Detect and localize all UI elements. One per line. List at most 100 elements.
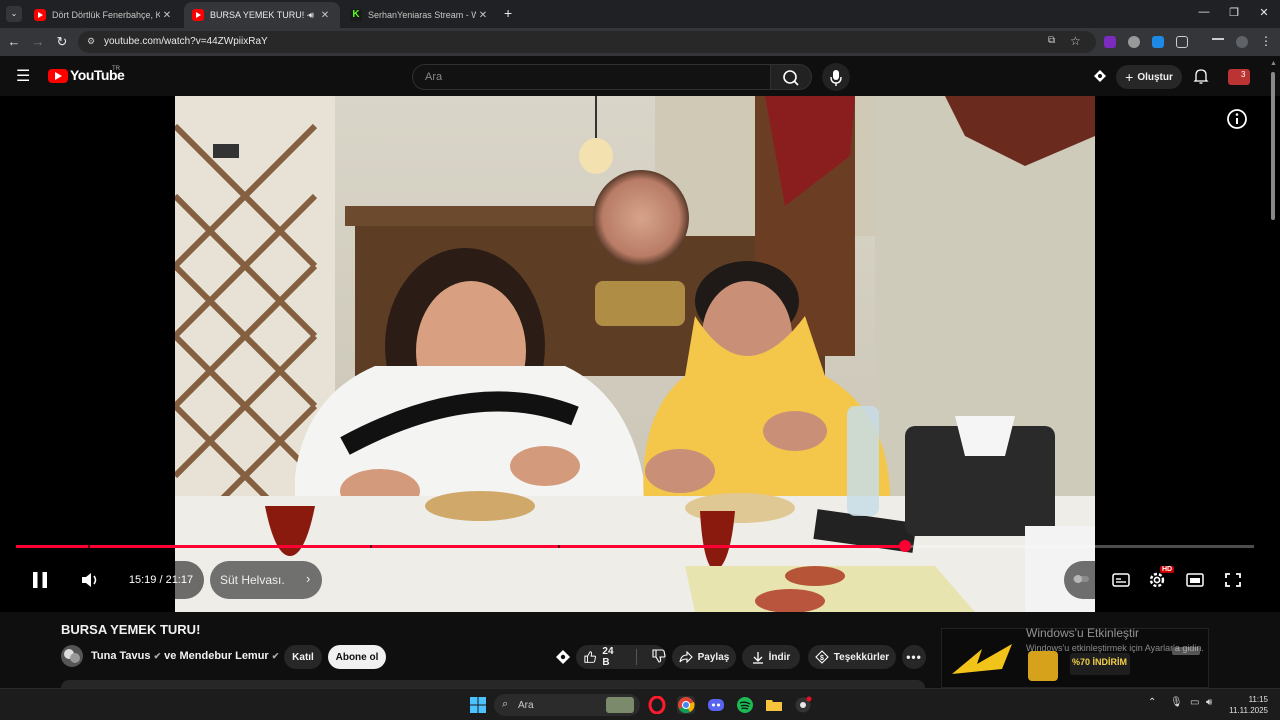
- miniplayer-button[interactable]: [1186, 572, 1204, 593]
- close-icon[interactable]: ✕: [160, 10, 174, 21]
- restore-icon[interactable]: ❐: [1224, 6, 1244, 19]
- tab-search-icon[interactable]: ⌄: [6, 6, 22, 22]
- dislike-button[interactable]: [652, 648, 666, 666]
- download-label: İndir: [768, 651, 791, 663]
- notifications-bell-icon[interactable]: [1192, 67, 1210, 85]
- windows-start-icon[interactable]: [469, 696, 487, 714]
- discord-icon[interactable]: [707, 696, 725, 714]
- address-bar[interactable]: ⚙ youtube.com/watch?v=44ZWpiixRaY ⧉ ☆: [78, 31, 1096, 53]
- settings-button[interactable]: [1148, 571, 1166, 594]
- close-window-icon[interactable]: ✕: [1254, 6, 1274, 19]
- forward-icon[interactable]: →: [30, 34, 46, 49]
- like-count: 24 B: [602, 646, 614, 668]
- ask-sparkle-icon[interactable]: [554, 648, 572, 666]
- close-icon[interactable]: ✕: [318, 10, 332, 21]
- bookmark-star-icon[interactable]: ☆: [1070, 34, 1081, 48]
- hamburger-menu-icon[interactable]: ☰: [16, 66, 30, 86]
- microphone-tray-icon[interactable]: 🎙︎: [1170, 697, 1183, 708]
- autoplay-toggle[interactable]: [1072, 570, 1090, 588]
- svg-text:$: $: [820, 655, 824, 662]
- play-pause-button[interactable]: [18, 561, 62, 599]
- account-avatar[interactable]: 3: [1228, 69, 1250, 85]
- channel-avatar[interactable]: [61, 645, 83, 667]
- more-horizontal-icon: •••: [906, 650, 922, 664]
- region-code: TR: [112, 66, 120, 72]
- progress-scrubber-handle[interactable]: [898, 540, 911, 552]
- windows-activation-subtitle: Windows'u etkinleştirmek için Ayarlar'a …: [1026, 643, 1204, 653]
- clock-time: 11:15: [1248, 695, 1268, 704]
- opera-icon[interactable]: [648, 695, 666, 715]
- url-text[interactable]: youtube.com/watch?v=44ZWpiixRaY: [104, 36, 268, 47]
- pause-icon: [33, 572, 47, 588]
- speaker-icon[interactable]: 🔊︎: [308, 10, 314, 21]
- verified-icon: ✔: [271, 651, 280, 661]
- chapter-marker: [370, 545, 373, 548]
- chapter-title: Süt Helvası.: [220, 573, 285, 587]
- voice-search-button[interactable]: [822, 63, 850, 91]
- volume-tray-icon[interactable]: 🔊︎: [1206, 697, 1212, 708]
- thanks-dollar-icon: $: [815, 650, 829, 664]
- browser-menu-icon[interactable]: ⋮: [1260, 34, 1272, 48]
- microphone-icon: [830, 70, 842, 86]
- subtitles-button[interactable]: [1112, 572, 1130, 593]
- tray-chevron-up-icon[interactable]: ⌃: [1148, 697, 1156, 708]
- browser-tab-2[interactable]: BURSA YEMEK TURU! - You 🔊︎ ✕: [184, 2, 340, 28]
- info-icon[interactable]: [1226, 108, 1248, 135]
- mute-button[interactable]: [70, 561, 108, 599]
- video-player[interactable]: [0, 96, 1280, 612]
- download-button[interactable]: İndir: [742, 645, 800, 669]
- progress-bar[interactable]: [16, 540, 1254, 552]
- chrome-icon[interactable]: [677, 696, 695, 714]
- clock-date: 11.11.2025: [1229, 706, 1268, 715]
- windows-activation-title: Windows'u Etkinleştir: [1026, 626, 1139, 640]
- fullscreen-button[interactable]: [1224, 572, 1242, 593]
- create-button[interactable]: + Oluştur: [1116, 65, 1182, 89]
- more-actions-button[interactable]: •••: [902, 645, 926, 669]
- browser-tab-1[interactable]: Dört Dörtlük Fenerbahçe, Kocae ✕: [26, 2, 182, 28]
- taskbar-search-box[interactable]: ⌕ Ara: [494, 694, 640, 716]
- channel-name[interactable]: Tuna Tavus: [91, 650, 151, 662]
- site-info-icon[interactable]: ⚙: [87, 36, 95, 47]
- search-button[interactable]: [770, 64, 812, 90]
- page-scrollbar-thumb[interactable]: [1271, 72, 1275, 220]
- kick-icon: K: [350, 9, 362, 21]
- share-button[interactable]: Paylaş: [672, 645, 736, 669]
- app-icon[interactable]: [794, 696, 812, 714]
- youtube-logo-icon[interactable]: [48, 69, 68, 83]
- chapter-button[interactable]: Süt Helvası. ›: [210, 561, 322, 599]
- channel-names[interactable]: Tuna Tavus ✔ ve Mendebur Lemur ✔: [91, 650, 279, 662]
- cast-icon[interactable]: ⧉: [1048, 35, 1055, 46]
- file-explorer-icon[interactable]: [765, 696, 783, 714]
- collaborator-name[interactable]: Mendebur Lemur: [179, 650, 268, 662]
- video-frame[interactable]: [175, 96, 1095, 612]
- scroll-up-arrow-icon[interactable]: ▲: [1270, 60, 1277, 67]
- extension-2-icon[interactable]: [1128, 36, 1140, 48]
- reading-list-icon[interactable]: [1212, 38, 1224, 46]
- fullscreen-icon: [1225, 573, 1241, 587]
- extension-3-icon[interactable]: [1152, 36, 1164, 48]
- system-clock[interactable]: 11:15 11.11.2025: [1222, 694, 1268, 716]
- subscribe-button[interactable]: Abone ol: [328, 645, 386, 669]
- extension-1-icon[interactable]: [1104, 36, 1116, 48]
- spotify-icon[interactable]: [736, 696, 754, 714]
- youtube-icon: [192, 9, 204, 21]
- reload-icon[interactable]: ↻: [54, 34, 70, 50]
- close-icon[interactable]: ✕: [476, 10, 490, 21]
- miniplayer-icon: [1186, 573, 1204, 587]
- search-input[interactable]: [425, 71, 765, 83]
- new-tab-button[interactable]: +: [504, 5, 512, 21]
- search-highlight-image: [606, 697, 634, 713]
- premium-sparkle-icon[interactable]: [1092, 68, 1108, 84]
- back-icon[interactable]: ←: [6, 34, 22, 49]
- like-button[interactable]: 24 B: [584, 646, 621, 668]
- minimize-icon[interactable]: —: [1194, 6, 1214, 18]
- join-button[interactable]: Katıl: [284, 645, 322, 669]
- profile-avatar[interactable]: [1236, 36, 1248, 48]
- taskbar-search-placeholder: Ara: [518, 699, 534, 711]
- thumbs-up-icon: [584, 651, 596, 663]
- network-icon[interactable]: ▭: [1190, 697, 1199, 708]
- browser-toolbar: ← → ↻ ⚙ youtube.com/watch?v=44ZWpiixRaY …: [0, 28, 1280, 56]
- browser-tab-3[interactable]: K SerhanYeniaras Stream - Watch ✕: [342, 2, 498, 28]
- extensions-puzzle-icon[interactable]: [1176, 36, 1188, 48]
- thanks-button[interactable]: $ Teşekkürler: [808, 645, 896, 669]
